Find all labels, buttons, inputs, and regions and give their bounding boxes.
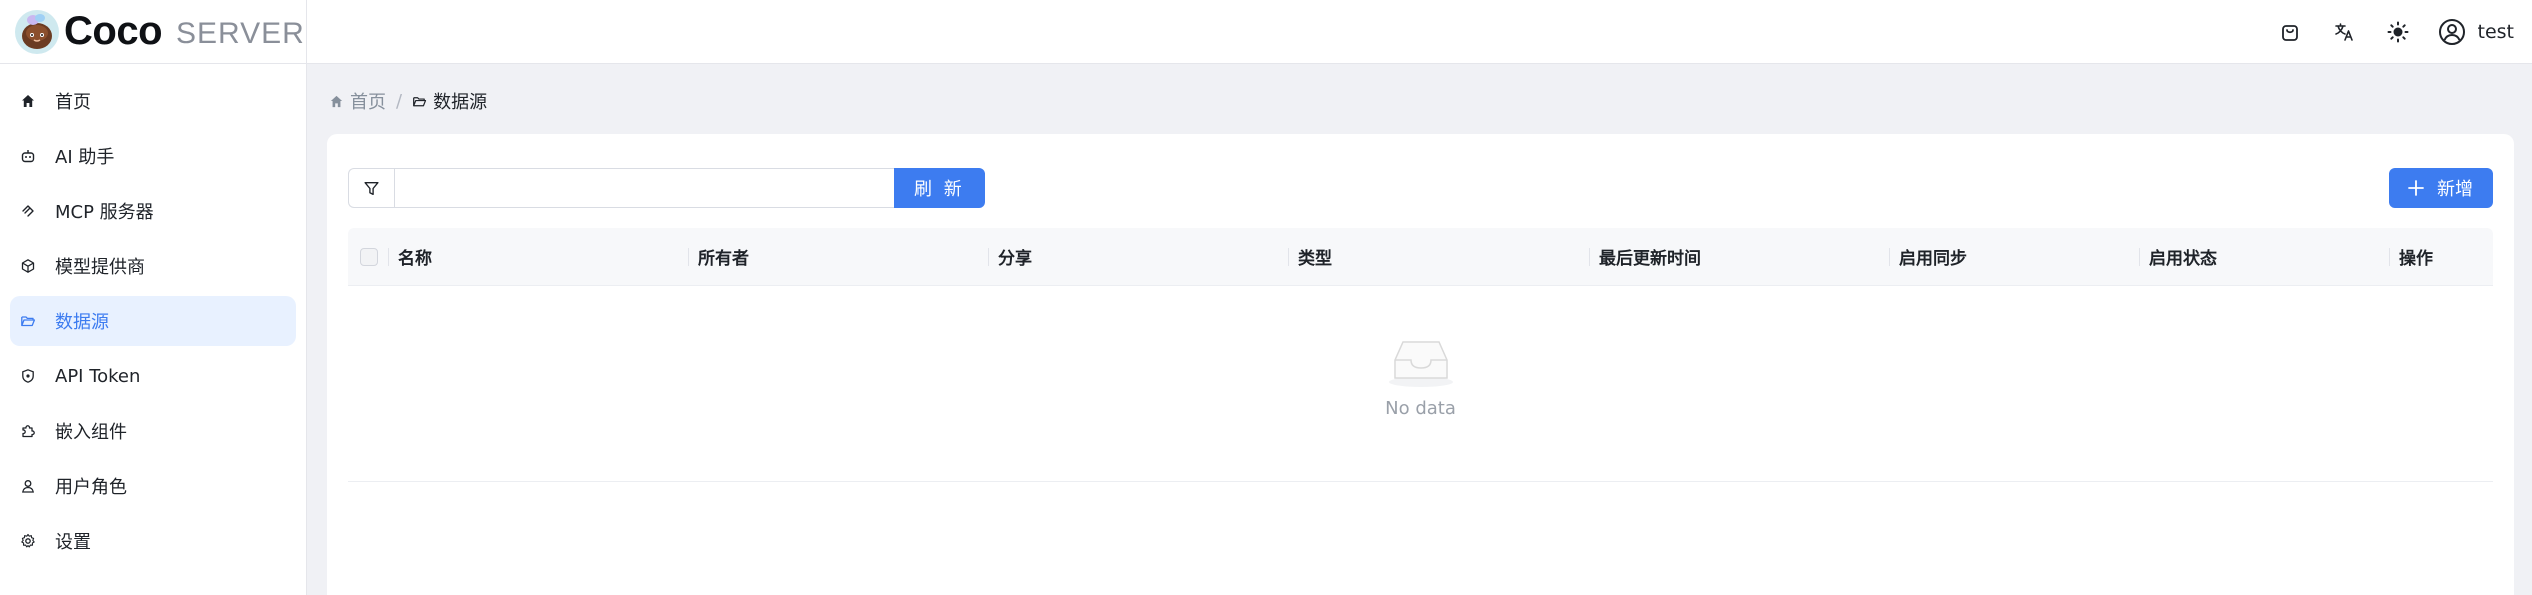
translate-icon[interactable] [2326,14,2362,50]
table-header: 名称 所有者 分享 类型 最后更新时间 启用同步 启用状态 操作 [348,228,2493,286]
empty-inbox-icon [1388,341,1453,387]
gear-icon [19,532,37,550]
sidebar-menu: 首页 AI 助手 MCP 服务器 模型提供商 数据源 API Token 嵌入组… [0,64,306,566]
breadcrumb: 首页 / 数据源 [329,88,487,114]
sidebar-item-label: MCP 服务器 [55,202,154,223]
coco-logo-icon [14,9,60,55]
empty-state: No data [348,334,2493,419]
column-header-sync-enabled[interactable]: 启用同步 [1889,228,2139,286]
user-avatar-icon [2438,18,2465,45]
column-header-status[interactable]: 启用状态 [2139,228,2389,286]
select-all-checkbox[interactable] [360,247,378,266]
filter-icon [364,181,379,195]
column-header-name[interactable]: 名称 [388,228,688,286]
toolbar: 刷 新 新增 [348,168,2493,208]
user-menu[interactable]: test [2438,18,2515,46]
sidebar: Coco SERVER 首页 AI 助手 MCP 服务器 模型提供商 数据源 A… [0,0,307,595]
datasource-card: 刷 新 新增 名称 所有者 分享 类型 最后更新时间 启用同步 启用状态 操作 … [327,134,2514,595]
filter-button[interactable] [348,168,394,208]
sidebar-item-api-token[interactable]: API Token [10,351,296,401]
puzzle-icon [19,422,37,440]
sidebar-item-label: 用户角色 [55,477,127,498]
column-header-owner[interactable]: 所有者 [688,228,988,286]
add-button-label: 新增 [2437,179,2473,200]
sidebar-item-label: 嵌入组件 [55,422,127,443]
bag-icon[interactable] [2272,14,2308,50]
table-body: No data [348,286,2493,482]
header-select-all [348,228,388,286]
app-subtitle: SERVER [176,16,305,50]
search-group: 刷 新 [348,168,985,208]
folder-open-icon [19,312,37,330]
sidebar-item-model-provider[interactable]: 模型提供商 [10,241,296,291]
sidebar-item-mcp-server[interactable]: MCP 服务器 [10,186,296,236]
sidebar-item-home[interactable]: 首页 [10,76,296,126]
breadcrumb-home-label: 首页 [350,92,386,113]
app-name: Coco [64,9,163,53]
app-root: Coco SERVER 首页 AI 助手 MCP 服务器 模型提供商 数据源 A… [0,0,2532,595]
robot-icon [19,147,37,165]
search-input[interactable] [394,168,894,208]
refresh-button[interactable]: 刷 新 [894,168,985,208]
sidebar-item-ai-assistant[interactable]: AI 助手 [10,131,296,181]
sidebar-item-label: 设置 [55,532,91,553]
mcp-icon [19,202,37,220]
datasource-table: 名称 所有者 分享 类型 最后更新时间 启用同步 启用状态 操作 No data [348,228,2493,482]
main-content: 首页 / 数据源 刷 新 新增 名称 所有者 分享 类型 最后更新时间 启用同步… [307,64,2532,595]
home-icon [19,92,37,110]
sidebar-item-label: AI 助手 [55,147,115,168]
sidebar-item-user-roles[interactable]: 用户角色 [10,461,296,511]
username: test [2477,20,2515,43]
sidebar-item-label: 数据源 [55,312,109,333]
add-button[interactable]: 新增 [2389,168,2493,208]
column-header-actions: 操作 [2389,228,2489,286]
user-icon [19,477,37,495]
empty-text: No data [1385,398,1456,419]
shield-icon [19,367,37,385]
folder-open-icon [413,96,427,106]
sidebar-item-label: 首页 [55,92,91,113]
sidebar-item-datasource[interactable]: 数据源 [10,296,296,346]
column-header-type[interactable]: 类型 [1288,228,1589,286]
sun-icon[interactable] [2380,14,2416,50]
cube-icon [19,257,37,275]
breadcrumb-home[interactable]: 首页 [329,88,386,114]
breadcrumb-current: 数据源 [412,88,487,114]
column-header-last-updated[interactable]: 最后更新时间 [1589,228,1889,286]
logo[interactable]: Coco SERVER [0,0,306,64]
column-header-share[interactable]: 分享 [988,228,1288,286]
top-header: test [307,0,2532,64]
sidebar-item-label: 模型提供商 [55,257,145,278]
sidebar-item-embed-widget[interactable]: 嵌入组件 [10,406,296,456]
sidebar-item-label: API Token [55,365,141,387]
breadcrumb-current-label: 数据源 [433,92,488,113]
sidebar-item-settings[interactable]: 设置 [10,516,296,566]
home-icon [330,95,343,107]
breadcrumb-separator: / [396,90,403,112]
plus-icon [2408,180,2424,196]
